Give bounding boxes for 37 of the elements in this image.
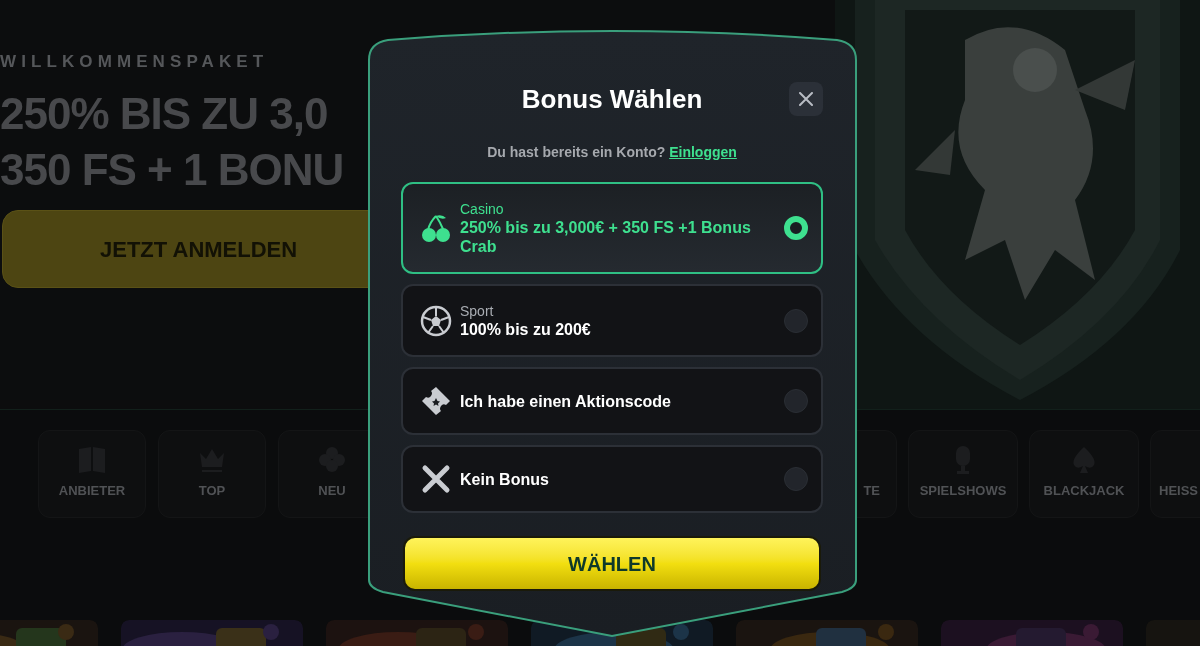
option-text: 100% bis zu 200€	[460, 320, 592, 339]
category-label: HEISS	[1158, 482, 1198, 500]
cherry-icon	[420, 212, 452, 244]
hero-eyebrow: WILLKOMMENSPAKET	[0, 52, 270, 72]
category-label: SPIELSHOWS	[919, 482, 1007, 500]
bonus-option[interactable]: Kein Bonus	[401, 445, 823, 513]
category-label: ANBIETER	[58, 482, 126, 500]
ticket-icon	[420, 385, 452, 417]
option-text: Kein Bonus	[460, 469, 550, 489]
radio-button[interactable]	[784, 467, 808, 491]
category-tile[interactable]: TOP	[158, 430, 266, 518]
choose-button[interactable]: WÄHLEN	[403, 536, 821, 591]
login-prompt: Du hast bereits ein Konto? Einloggen	[486, 143, 738, 162]
option-text: 250% bis zu 3,000€ + 350 FS +1 Bonus Crab	[460, 218, 752, 256]
radio-button[interactable]	[784, 308, 808, 333]
bonus-option[interactable]: Ich habe einen Aktionscode	[401, 367, 823, 435]
option-category: Casino	[460, 200, 505, 218]
option-text: Ich habe einen Aktionscode	[460, 391, 672, 411]
category-tile[interactable]: ANBIETER	[38, 430, 146, 518]
category-tile[interactable]: HEISS	[1150, 430, 1200, 518]
close-button[interactable]	[789, 82, 823, 116]
category-label: TE	[863, 482, 880, 500]
category-label: NEU	[318, 482, 346, 500]
category-tile[interactable]: SPIELSHOWS	[908, 430, 1018, 518]
cross-icon	[420, 463, 452, 495]
close-icon	[799, 92, 813, 106]
modal-title: Bonus Wählen	[521, 83, 703, 116]
bonus-option[interactable]: Casino 250% bis zu 3,000€ + 350 FS +1 Bonus Crab	[401, 182, 823, 274]
hero-headline-line: 350 FS + 1 BONU	[0, 144, 344, 196]
option-category: Sport	[460, 302, 495, 320]
bonus-option[interactable]: Sport 100% bis zu 200€	[401, 284, 823, 357]
hero-headline-line: 250% BIS ZU 3,0	[0, 88, 329, 140]
category-tile[interactable]: BLACKJACK	[1029, 430, 1139, 518]
login-link[interactable]: Einloggen	[669, 144, 737, 160]
radio-button[interactable]	[784, 389, 808, 413]
category-label: TOP	[198, 482, 226, 500]
category-label: BLACKJACK	[1043, 482, 1125, 500]
